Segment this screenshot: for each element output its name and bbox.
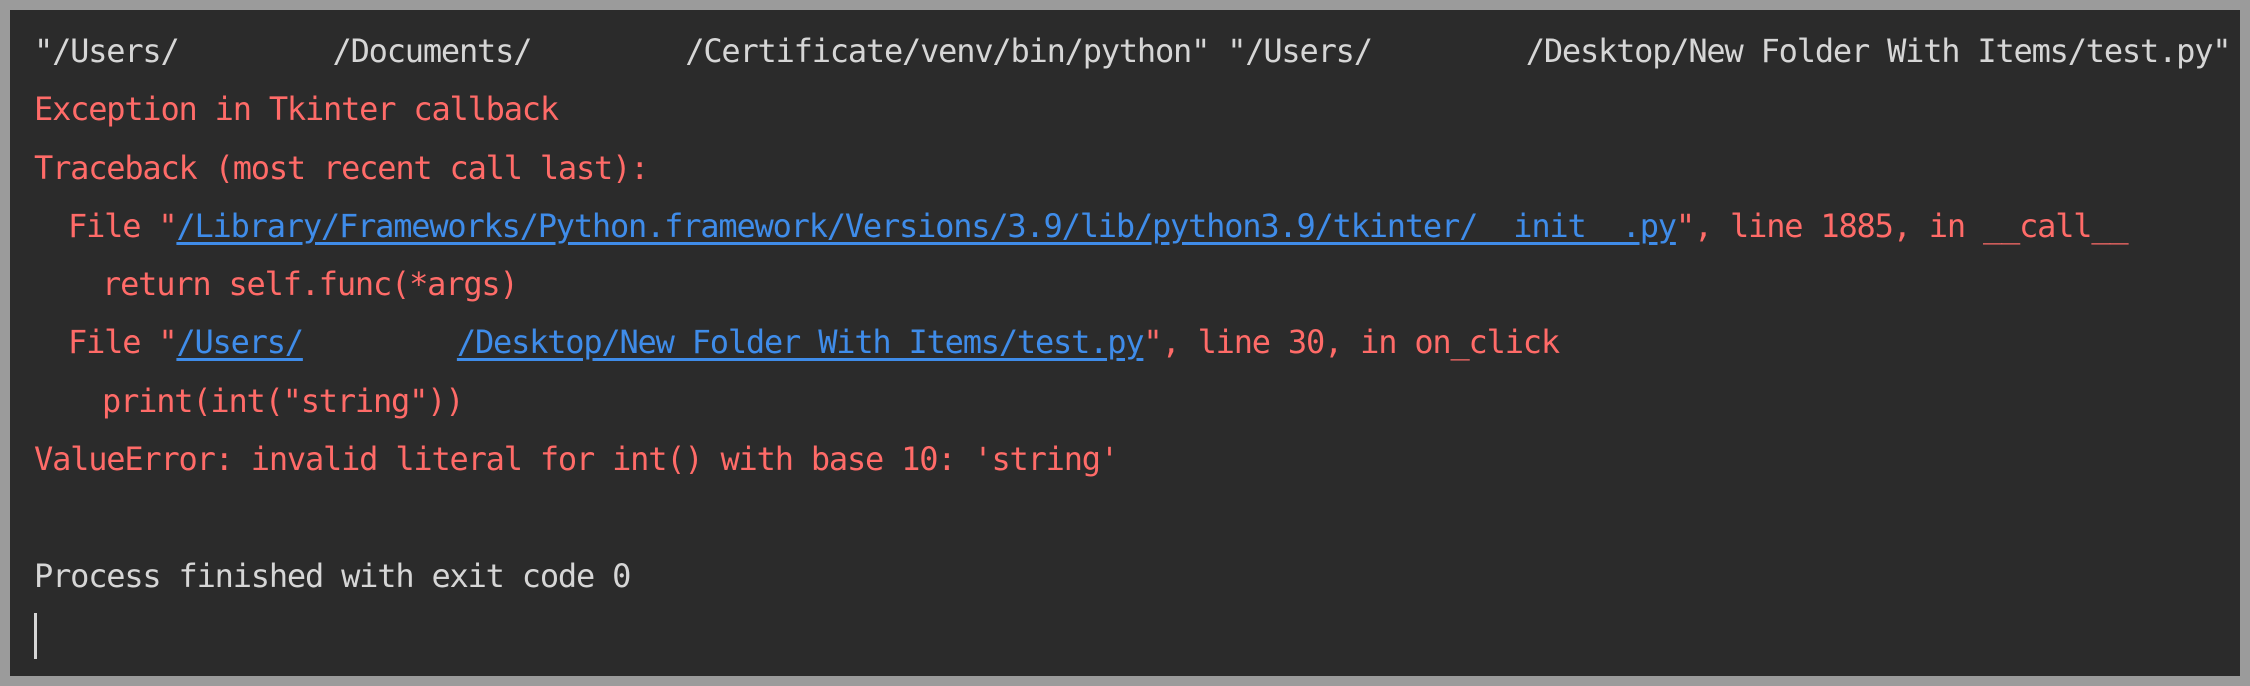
- process-finished-message: Process finished with exit code 0: [34, 556, 631, 595]
- frame-2-prefix: File ": [68, 323, 178, 362]
- traceback-frame-2: File "/Users/ /Desktop/New Folder With It…: [34, 313, 2220, 371]
- console-output: "/Users/ /Documents/ /Certificate/venv/bin…: [34, 22, 2232, 663]
- text-cursor: [34, 612, 37, 659]
- command-line: "/Users/ /Documents/ /Certificate/venv/bin…: [34, 22, 2232, 80]
- traceback-frame-1: File "/Library/Frameworks/Python.framewo…: [34, 197, 2220, 255]
- run-console: "/Users/ /Documents/ /Certificate/venv/bin…: [10, 10, 2240, 676]
- frame-1-prefix: File ": [68, 206, 178, 245]
- frame-1-code: return self.func(*args): [102, 265, 519, 304]
- frame-2-code: print(int("string")): [102, 381, 465, 420]
- frame-2-link-part-1: /Users/: [176, 323, 304, 362]
- frame-2-suffix: ", line 30, in on_click: [1143, 323, 1560, 362]
- exception-line: Exception in Tkinter callback: [34, 90, 559, 129]
- command-part-4: /Desktop/New Folder With Items/test.py": [1525, 32, 2232, 70]
- input-line[interactable]: [34, 605, 2220, 663]
- traceback-header: Traceback (most recent call last):: [34, 148, 649, 187]
- frame-1-file-link[interactable]: /Library/Frameworks/Python.framework/Ver…: [176, 207, 1677, 245]
- command-part-3: /Certificate/venv/bin/python" "/Users/: [685, 32, 1373, 70]
- command-part-2: /Documents/: [332, 32, 533, 70]
- error-message: ValueError: invalid literal for int() wi…: [34, 440, 1119, 479]
- frame-2-link-part-2: /Desktop/New Folder With Items/test.py: [456, 323, 1145, 362]
- command-part-1: "/Users/: [34, 32, 180, 70]
- frame-1-suffix: ", line 1885, in __call__: [1675, 206, 2129, 245]
- frame-2-file-link[interactable]: /Users/ /Desktop/New Folder With Items/te…: [176, 323, 1145, 362]
